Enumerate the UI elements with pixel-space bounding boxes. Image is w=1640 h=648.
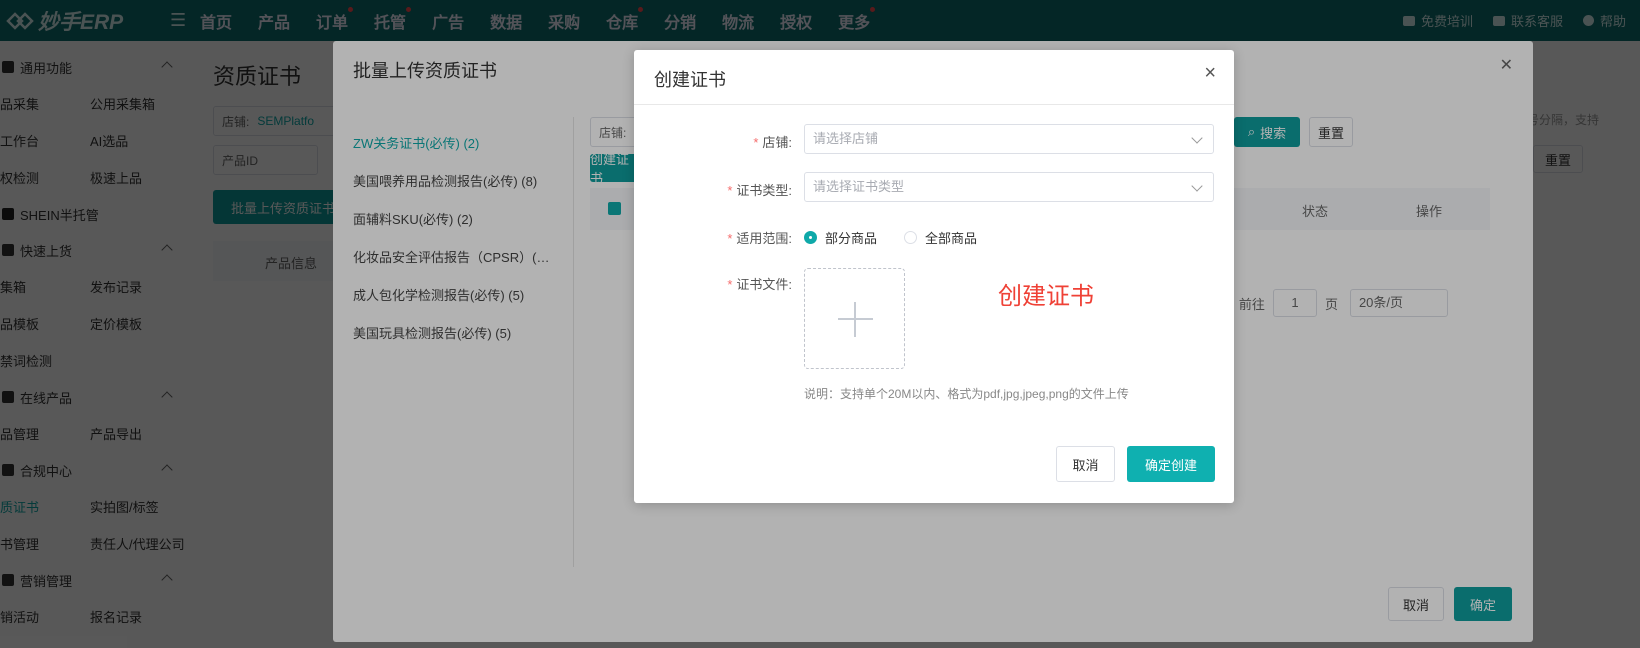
upload-hint: 说明：支持单个20M以内、格式为pdf,jpg,jpeg,png的文件上传 <box>804 387 1129 401</box>
dialog-title: 创建证书 <box>654 70 726 90</box>
cert-type-label: * 证书类型: <box>727 183 792 198</box>
store-select[interactable]: 请选择店铺 <box>804 124 1214 154</box>
form-row-scope: * 适用范围: 部分商品 全部商品 <box>634 220 1234 252</box>
form-row-cert-type: * 证书类型: 请选择证书类型 <box>634 172 1234 204</box>
cancel-button[interactable]: 取消 <box>1056 446 1115 482</box>
form-row-store: * 店铺: 请选择店铺 <box>634 124 1234 156</box>
confirm-create-button[interactable]: 确定创建 <box>1127 446 1215 482</box>
create-cert-dialog: 创建证书 × * 店铺: 请选择店铺 * 证书类型: 请选择证书类型 * 适用范围: … <box>634 50 1234 503</box>
chevron-down-icon <box>1191 132 1203 144</box>
cert-type-select[interactable]: 请选择证书类型 <box>804 172 1214 202</box>
chevron-down-icon <box>1191 180 1203 192</box>
scope-label: * 适用范围: <box>727 231 792 246</box>
upload-area[interactable] <box>804 268 905 369</box>
form-row-file: * 证书文件: <box>634 268 1234 373</box>
close-icon[interactable]: × <box>1204 62 1216 85</box>
file-label: * 证书文件: <box>727 277 792 292</box>
radio-unchecked-icon <box>904 231 917 244</box>
radio-all-products[interactable]: 全部商品 <box>904 228 977 247</box>
plus-icon-stroke <box>854 302 856 337</box>
radio-partial-products[interactable]: 部分商品 <box>804 228 877 247</box>
store-label: * 店铺: <box>753 135 792 150</box>
radio-checked-icon <box>804 231 817 244</box>
dialog-header: 创建证书 × <box>634 50 1234 105</box>
annotation-text: 创建证书 <box>998 283 1094 310</box>
